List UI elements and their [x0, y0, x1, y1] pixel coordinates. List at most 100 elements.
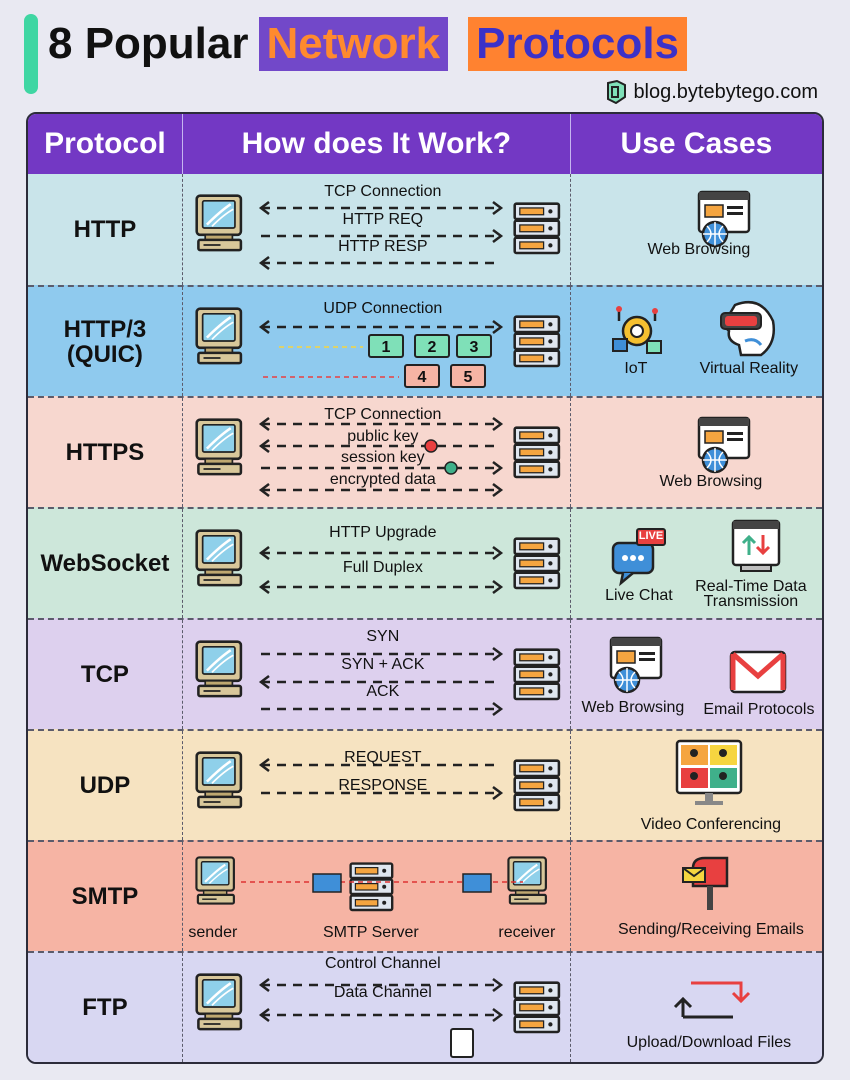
step-label: TCP Connection	[324, 183, 442, 200]
protocol-table: Protocol How does It Work? Use Cases HTT…	[26, 112, 824, 1064]
step-label: TCP Connection	[324, 406, 442, 423]
document-icon	[449, 1028, 474, 1058]
protocol-name: HTTP	[28, 174, 183, 285]
iot-icon	[611, 306, 662, 354]
how-it-works-cell: SYN SYN + ACK ACK	[183, 620, 571, 729]
use-cases-cell: LIVE Live Chat Real-Time Data Transmission	[571, 509, 822, 618]
packet-label: 4	[417, 369, 426, 386]
arrow-head-right	[492, 461, 503, 475]
how-it-works-cell: 1 2 3 4 5 UDP Connection	[183, 287, 571, 396]
step-label: UDP Connection	[323, 300, 443, 317]
protocol-name: HTTPS	[28, 398, 183, 507]
protocol-row: HTTPS TCP Connection public key session ke…	[28, 396, 822, 507]
title-prefix: 8 Popular	[48, 19, 249, 68]
use-case-label: Web Browsing	[647, 241, 751, 258]
web-browsing-icon	[697, 416, 751, 474]
use-case-label: Email Protocols	[703, 701, 815, 718]
protocol-name: UDP	[28, 731, 183, 840]
arrow-head-right	[492, 978, 503, 992]
computer-icon	[195, 640, 243, 698]
title-protocols-chip: Protocols	[468, 17, 688, 71]
envelope-icon	[312, 873, 342, 893]
use-case-label: IoT	[624, 360, 648, 377]
protocol-name: WebSocket	[28, 509, 183, 618]
protocol-name: HTTP/3 (QUIC)	[28, 287, 183, 396]
use-case-label: Live Chat	[605, 587, 673, 604]
computer-icon	[195, 856, 235, 905]
packet-label: 3	[469, 339, 478, 356]
video-conferencing-icon	[675, 739, 743, 805]
arrow-head-right	[492, 483, 503, 497]
green-key-icon	[444, 461, 458, 475]
protocol-row: SMTP sender SMTP Server receiver Sending…	[28, 840, 822, 951]
step-label: ACK	[366, 683, 400, 700]
use-cases-cell: Video Conferencing	[571, 731, 822, 840]
use-case-label: Video Conferencing	[640, 816, 782, 833]
use-case-label: Web Browsing	[581, 699, 685, 716]
protocol-row: FTP Control Channel Data Channel Upload/D…	[28, 951, 822, 1062]
use-case-label: Real-Time Data Transmission	[695, 578, 807, 610]
packet-label: 2	[427, 339, 436, 356]
blog-credit[interactable]: blog.bytebytego.com	[605, 80, 818, 104]
step-label: Control Channel	[325, 955, 441, 972]
bytebytego-logo-icon	[607, 80, 627, 104]
server-icon	[349, 862, 394, 912]
step-label: RESPONSE	[338, 777, 428, 794]
envelope-icon	[462, 873, 492, 893]
step-label: Full Duplex	[342, 559, 423, 576]
arrow-head-right	[492, 1008, 503, 1022]
smtp-node-label: SMTP Server	[322, 924, 419, 941]
step-label: SYN	[366, 628, 400, 645]
how-it-works-cell: TCP Connection public key session key encry…	[183, 398, 571, 507]
use-case-label: Virtual Reality	[699, 360, 799, 377]
step-label: SYN + ACK	[341, 656, 425, 673]
column-use-cases: Use Cases	[620, 127, 773, 160]
step-label: REQUEST	[344, 749, 422, 766]
how-it-works-cell: TCP Connection HTTP REQ HTTP RESP	[183, 174, 571, 285]
table-header: Protocol How does It Work? Use Cases	[28, 114, 822, 174]
use-cases-cell: Sending/Receiving Emails	[571, 842, 822, 951]
arrow-head-right	[492, 229, 503, 243]
arrow-head-right	[492, 320, 503, 334]
arrow-head-right	[492, 417, 503, 431]
use-cases-cell: IoT Virtual Reality	[571, 287, 822, 396]
packet-label: 1	[381, 339, 390, 356]
step-label: HTTP RESP	[338, 238, 428, 255]
server-icon	[513, 759, 561, 812]
protocol-name: SMTP	[28, 842, 183, 951]
email-icon	[729, 650, 787, 694]
protocol-row: TCP SYN SYN + ACK ACK Web Browsing Email Pr…	[28, 618, 822, 729]
use-case-label: Sending/Receiving Emails	[617, 921, 804, 938]
arrow-head-right	[492, 580, 503, 594]
server-icon	[513, 315, 561, 368]
computer-icon	[195, 194, 243, 252]
step-label: HTTP REQ	[342, 211, 424, 228]
server-icon	[513, 426, 561, 479]
blog-url: blog.bytebytego.com	[633, 80, 818, 103]
computer-icon	[195, 529, 243, 587]
step-label: HTTP Upgrade	[329, 524, 437, 541]
web-browsing-icon	[609, 636, 663, 694]
red-key-icon	[424, 439, 438, 453]
realtime-data-icon	[731, 519, 781, 572]
arrow-head-right	[492, 786, 503, 800]
arrow-head-right	[492, 201, 503, 215]
accent-bar	[24, 14, 38, 94]
use-cases-cell: Web Browsing	[571, 398, 822, 507]
use-cases-cell: Web Browsing	[571, 174, 822, 285]
protocol-row: WebSocket HTTP Upgrade Full Duplex LIVE Li…	[28, 507, 822, 618]
step-label: public key	[347, 428, 419, 445]
web-browsing-icon	[697, 190, 751, 248]
how-it-works-cell: HTTP Upgrade Full Duplex	[183, 509, 571, 618]
server-icon	[513, 537, 561, 590]
computer-icon	[507, 856, 547, 905]
computer-icon	[195, 418, 243, 476]
computer-icon	[195, 307, 243, 365]
virtual-reality-icon	[719, 301, 775, 357]
use-case-label: Upload/Download Files	[626, 1034, 792, 1051]
step-label: encrypted data	[329, 471, 436, 488]
smtp-node-label: receiver	[498, 924, 556, 941]
use-cases-cell: Web Browsing Email Protocols	[571, 620, 822, 729]
how-it-works-cell: Control Channel Data Channel	[183, 953, 571, 1062]
live-badge: LIVE	[639, 530, 663, 542]
